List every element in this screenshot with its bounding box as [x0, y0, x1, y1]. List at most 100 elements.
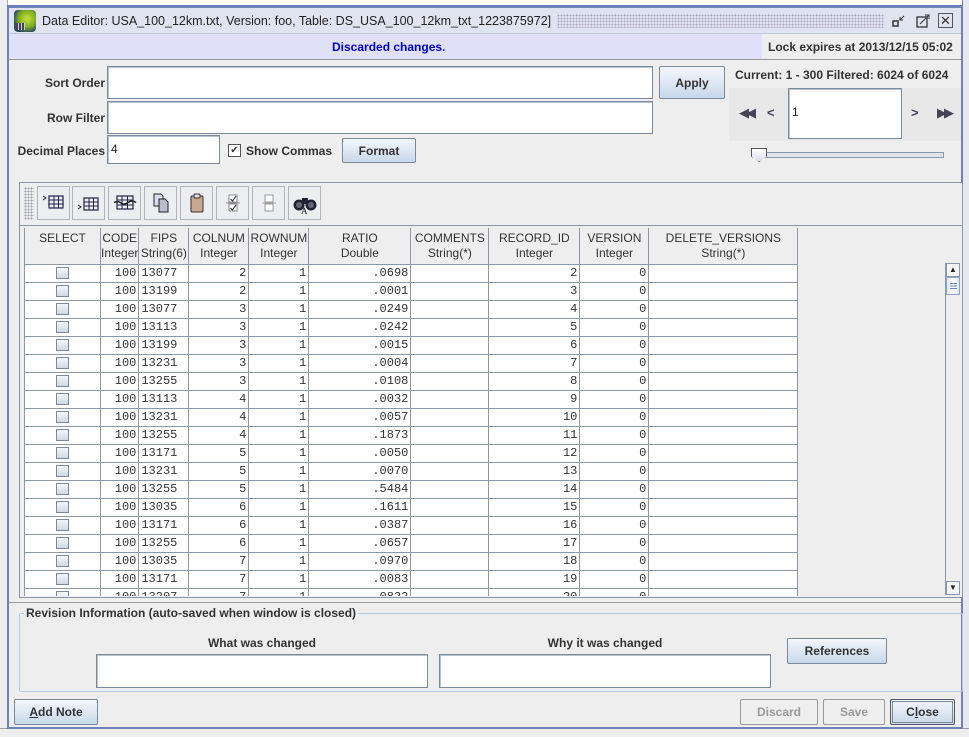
- cell-delete-versions[interactable]: [648, 299, 799, 319]
- cell-fips[interactable]: 13199: [138, 281, 190, 301]
- maximize-icon[interactable]: [914, 12, 932, 30]
- table-row[interactable]: 1001320771.0822 200: [24, 587, 799, 596]
- format-button[interactable]: Format: [342, 138, 416, 163]
- cell-fips[interactable]: 13199: [138, 335, 190, 355]
- cell-ratio[interactable]: .0004: [308, 353, 412, 373]
- row-select-checkbox[interactable]: [56, 392, 69, 405]
- cell-comments[interactable]: [410, 335, 490, 355]
- cell-delete-versions[interactable]: [648, 389, 799, 409]
- cell-record-id[interactable]: 18: [488, 551, 581, 571]
- table-row[interactable]: 100 13077 2 1.0698 2 0: [24, 263, 799, 283]
- cell-fips[interactable]: 13171: [138, 443, 190, 463]
- apply-button[interactable]: Apply: [659, 66, 725, 99]
- table-row[interactable]: 100 13255 5 1.5484 14 0: [24, 479, 799, 499]
- cell-fips[interactable]: 13035: [138, 497, 190, 517]
- cell-record-id[interactable]: 6: [488, 335, 581, 355]
- cell-colnum[interactable]: 5: [188, 443, 250, 463]
- table-row[interactable]: 100 13255 3 1.0108 8 0: [24, 371, 799, 391]
- minimize-icon[interactable]: [890, 12, 908, 30]
- column-header-select[interactable]: SELECT: [24, 228, 101, 265]
- column-header-fips[interactable]: FIPS String(6): [138, 228, 190, 265]
- cell-comments[interactable]: [410, 353, 490, 373]
- copy-button[interactable]: [144, 186, 177, 220]
- column-header-rownum[interactable]: ROWNUM Integer: [248, 228, 310, 265]
- close-icon[interactable]: ✕: [938, 13, 953, 28]
- cell-fips[interactable]: 13255: [138, 479, 190, 499]
- cell-version[interactable]: 0: [579, 479, 650, 499]
- cell-colnum[interactable]: 5: [188, 479, 250, 499]
- cell-version[interactable]: 0: [579, 335, 650, 355]
- discard-button[interactable]: Discard: [740, 699, 818, 725]
- paste-button[interactable]: [180, 186, 213, 220]
- cell-fips[interactable]: 13255: [138, 425, 190, 445]
- cell-colnum[interactable]: 3: [188, 371, 250, 391]
- next-page-icon[interactable]: >: [911, 105, 919, 120]
- cell-ratio[interactable]: .0242: [308, 317, 412, 337]
- cell-delete-versions[interactable]: [648, 407, 799, 427]
- table-row[interactable]: 100 13113 4 1.0032 9 0: [24, 389, 799, 409]
- toolbar-grip[interactable]: [24, 187, 34, 220]
- cell-code[interactable]: 100: [99, 533, 140, 553]
- cell-fips[interactable]: 13035: [138, 551, 190, 571]
- cell-ratio[interactable]: .0015: [308, 335, 412, 355]
- table-row[interactable]: 100 13255 4 1.1873 11 0: [24, 425, 799, 445]
- cell-rownum[interactable]: 1: [248, 443, 310, 463]
- cell-comments[interactable]: [410, 407, 490, 427]
- table-row[interactable]: 100 13199 3 1.0015 6 0: [24, 335, 799, 355]
- cell-code[interactable]: 100: [99, 497, 140, 517]
- cell-record-id[interactable]: 9: [488, 389, 581, 409]
- page-number-input[interactable]: 1: [788, 88, 902, 139]
- cell-delete-versions[interactable]: [648, 515, 799, 535]
- cell-comments[interactable]: [410, 497, 490, 517]
- table-row[interactable]: 100 13231 3 1.0004 7 0: [24, 353, 799, 373]
- close-button[interactable]: Cl ose: [890, 699, 955, 725]
- cell-ratio[interactable]: .0032: [308, 389, 412, 409]
- scroll-thumb[interactable]: [946, 277, 960, 295]
- cell-ratio[interactable]: .0387: [308, 515, 412, 535]
- cell-code[interactable]: 100: [99, 353, 140, 373]
- cell-rownum[interactable]: 1: [248, 407, 310, 427]
- cell-comments[interactable]: [410, 533, 490, 553]
- table-row[interactable]: 100 13231 4 1.0057 10 0: [24, 407, 799, 427]
- cell-comments[interactable]: [410, 263, 490, 283]
- cell-rownum[interactable]: 1: [248, 371, 310, 391]
- cell-version[interactable]: 0: [579, 389, 650, 409]
- sort-order-input[interactable]: [107, 66, 653, 99]
- cell-ratio[interactable]: .0698: [308, 263, 412, 283]
- row-select-checkbox[interactable]: [56, 338, 69, 351]
- cell-ratio[interactable]: .0057: [308, 407, 412, 427]
- row-select-checkbox[interactable]: [56, 284, 69, 297]
- table-row[interactable]: 100 13077 3 1.0249 4 0: [24, 299, 799, 319]
- cell-ratio[interactable]: .0108: [308, 371, 412, 391]
- cell-comments[interactable]: [410, 569, 490, 589]
- scroll-down-icon[interactable]: ▼: [946, 581, 960, 595]
- cell-rownum[interactable]: 1: [248, 479, 310, 499]
- cell-fips[interactable]: 13171: [138, 515, 190, 535]
- cell-record-id[interactable]: 16: [488, 515, 581, 535]
- cell-version[interactable]: 0: [579, 371, 650, 391]
- last-page-icon[interactable]: ▶▶: [937, 105, 954, 121]
- cell-colnum[interactable]: 2: [188, 263, 250, 283]
- cell-record-id[interactable]: 5: [488, 317, 581, 337]
- previous-page-icon[interactable]: <: [767, 105, 775, 120]
- cell-record-id[interactable]: 20: [488, 587, 581, 596]
- cell-colnum[interactable]: 3: [188, 317, 250, 337]
- cell-comments[interactable]: [410, 281, 490, 301]
- first-page-icon[interactable]: ◀◀: [739, 105, 756, 121]
- cell-delete-versions[interactable]: [648, 281, 799, 301]
- row-select-checkbox[interactable]: [56, 320, 69, 333]
- cell-record-id[interactable]: 10: [488, 407, 581, 427]
- cell-code[interactable]: 100: [99, 317, 140, 337]
- cell-comments[interactable]: [410, 299, 490, 319]
- cell-rownum[interactable]: 1: [248, 335, 310, 355]
- cell-record-id[interactable]: 13: [488, 461, 581, 481]
- cell-comments[interactable]: [410, 461, 490, 481]
- cell-rownum[interactable]: 1: [248, 551, 310, 571]
- cell-version[interactable]: 0: [579, 443, 650, 463]
- clear-selection-button[interactable]: [252, 186, 285, 220]
- cell-rownum[interactable]: 1: [248, 353, 310, 373]
- table-row[interactable]: 100 13255 6 1.0657 17 0: [24, 533, 799, 553]
- cell-delete-versions[interactable]: [648, 587, 799, 596]
- cell-fips[interactable]: 13255: [138, 371, 190, 391]
- cell-record-id[interactable]: 7: [488, 353, 581, 373]
